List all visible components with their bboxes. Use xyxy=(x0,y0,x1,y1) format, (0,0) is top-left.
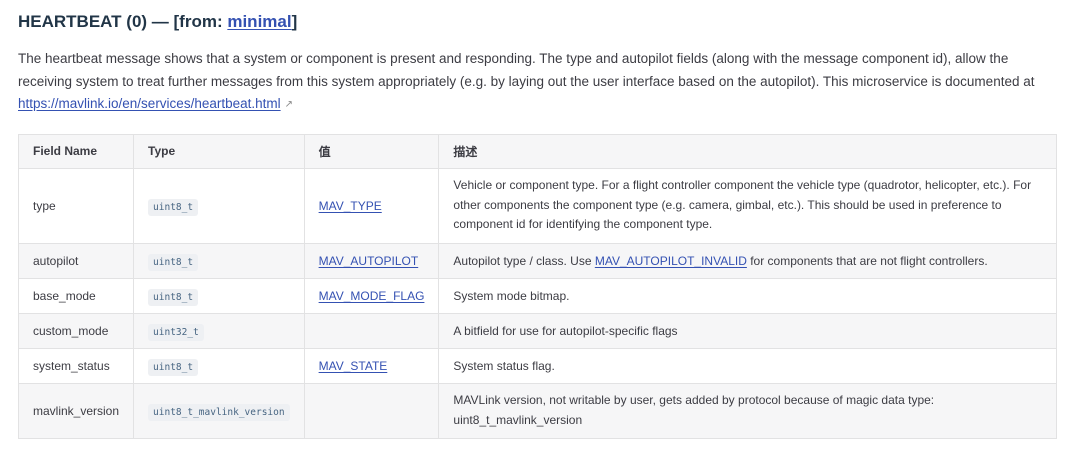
description-text-before: Autopilot type / class. Use xyxy=(453,253,595,268)
header-value: 值 xyxy=(303,133,440,169)
field-type: uint8_t_mavlink_version xyxy=(148,403,290,421)
field-description: A bitfield for use for autopilot-specifi… xyxy=(438,312,1057,349)
field-type: uint8_t xyxy=(148,358,199,376)
description-text: The heartbeat message shows that a syste… xyxy=(18,51,1035,89)
table-row: system_status uint8_t MAV_STATE System s… xyxy=(17,347,1057,384)
field-type: uint32_t xyxy=(148,323,204,341)
header-description: 描述 xyxy=(438,133,1057,169)
field-description: System status flag. xyxy=(438,347,1057,384)
field-name: type xyxy=(17,167,135,244)
heading-prefix: HEARTBEAT (0) — [from: xyxy=(18,12,228,31)
field-enum-link[interactable]: MAV_AUTOPILOT xyxy=(319,254,419,268)
field-enum-link[interactable]: MAV_MODE_FLAG xyxy=(319,289,425,303)
message-heading: HEARTBEAT (0) — [from: minimal] xyxy=(18,10,1060,34)
heading-dialect-link[interactable]: minimal xyxy=(227,12,291,31)
field-enum-link[interactable]: MAV_STATE xyxy=(319,359,388,373)
table-row: mavlink_version uint8_t_mavlink_version … xyxy=(17,382,1057,439)
field-type: uint8_t xyxy=(148,253,199,271)
field-type: uint8_t xyxy=(148,288,199,306)
header-field-name: Field Name xyxy=(17,133,135,169)
field-type-cell: uint8_t xyxy=(133,242,305,279)
heading-suffix: ] xyxy=(291,12,298,31)
field-name: mavlink_version xyxy=(17,382,135,439)
message-description: The heartbeat message shows that a syste… xyxy=(18,48,1060,117)
table-row: type uint8_t MAV_TYPE Vehicle or compone… xyxy=(17,167,1057,244)
page: HEARTBEAT (0) — [from: minimal] The hear… xyxy=(0,0,1080,462)
field-enum-link[interactable]: MAV_TYPE xyxy=(319,199,382,213)
field-type-cell: uint8_t xyxy=(133,167,305,244)
field-description: System mode bitmap. xyxy=(438,277,1057,314)
field-value-cell: MAV_TYPE xyxy=(303,167,440,244)
field-value-cell: MAV_MODE_FLAG xyxy=(303,277,440,314)
field-type-cell: uint8_t_mavlink_version xyxy=(133,382,305,439)
field-type-cell: uint8_t xyxy=(133,277,305,314)
field-description: MAVLink version, not writable by user, g… xyxy=(438,382,1057,439)
field-name: base_mode xyxy=(17,277,135,314)
description-text-after: for components that are not flight contr… xyxy=(746,253,988,268)
field-name: system_status xyxy=(17,347,135,384)
table-header-row: Field Name Type 值 描述 xyxy=(17,133,1057,169)
autopilot-invalid-link[interactable]: MAV_AUTOPILOT_INVALID xyxy=(595,254,747,268)
field-name: autopilot xyxy=(17,242,135,279)
external-link-icon: ↗ xyxy=(284,99,294,110)
field-value-cell xyxy=(303,312,440,349)
field-type: uint8_t xyxy=(148,198,199,216)
table-row: autopilot uint8_t MAV_AUTOPILOT Autopilo… xyxy=(17,242,1057,279)
field-name: custom_mode xyxy=(17,312,135,349)
field-type-cell: uint32_t xyxy=(133,312,305,349)
table-row: base_mode uint8_t MAV_MODE_FLAG System m… xyxy=(17,277,1057,314)
table-row: custom_mode uint32_t A bitfield for use … xyxy=(17,312,1057,349)
fields-table: Field Name Type 值 描述 type uint8_t MAV_TY… xyxy=(17,133,1057,439)
field-description: Autopilot type / class. Use MAV_AUTOPILO… xyxy=(438,242,1057,279)
header-type: Type xyxy=(133,133,305,169)
field-value-cell xyxy=(303,382,440,439)
field-description: Vehicle or component type. For a flight … xyxy=(438,167,1057,244)
field-value-cell: MAV_AUTOPILOT xyxy=(303,242,440,279)
field-value-cell: MAV_STATE xyxy=(303,347,440,384)
heartbeat-docs-link[interactable]: https://mavlink.io/en/services/heartbeat… xyxy=(18,96,281,111)
field-type-cell: uint8_t xyxy=(133,347,305,384)
